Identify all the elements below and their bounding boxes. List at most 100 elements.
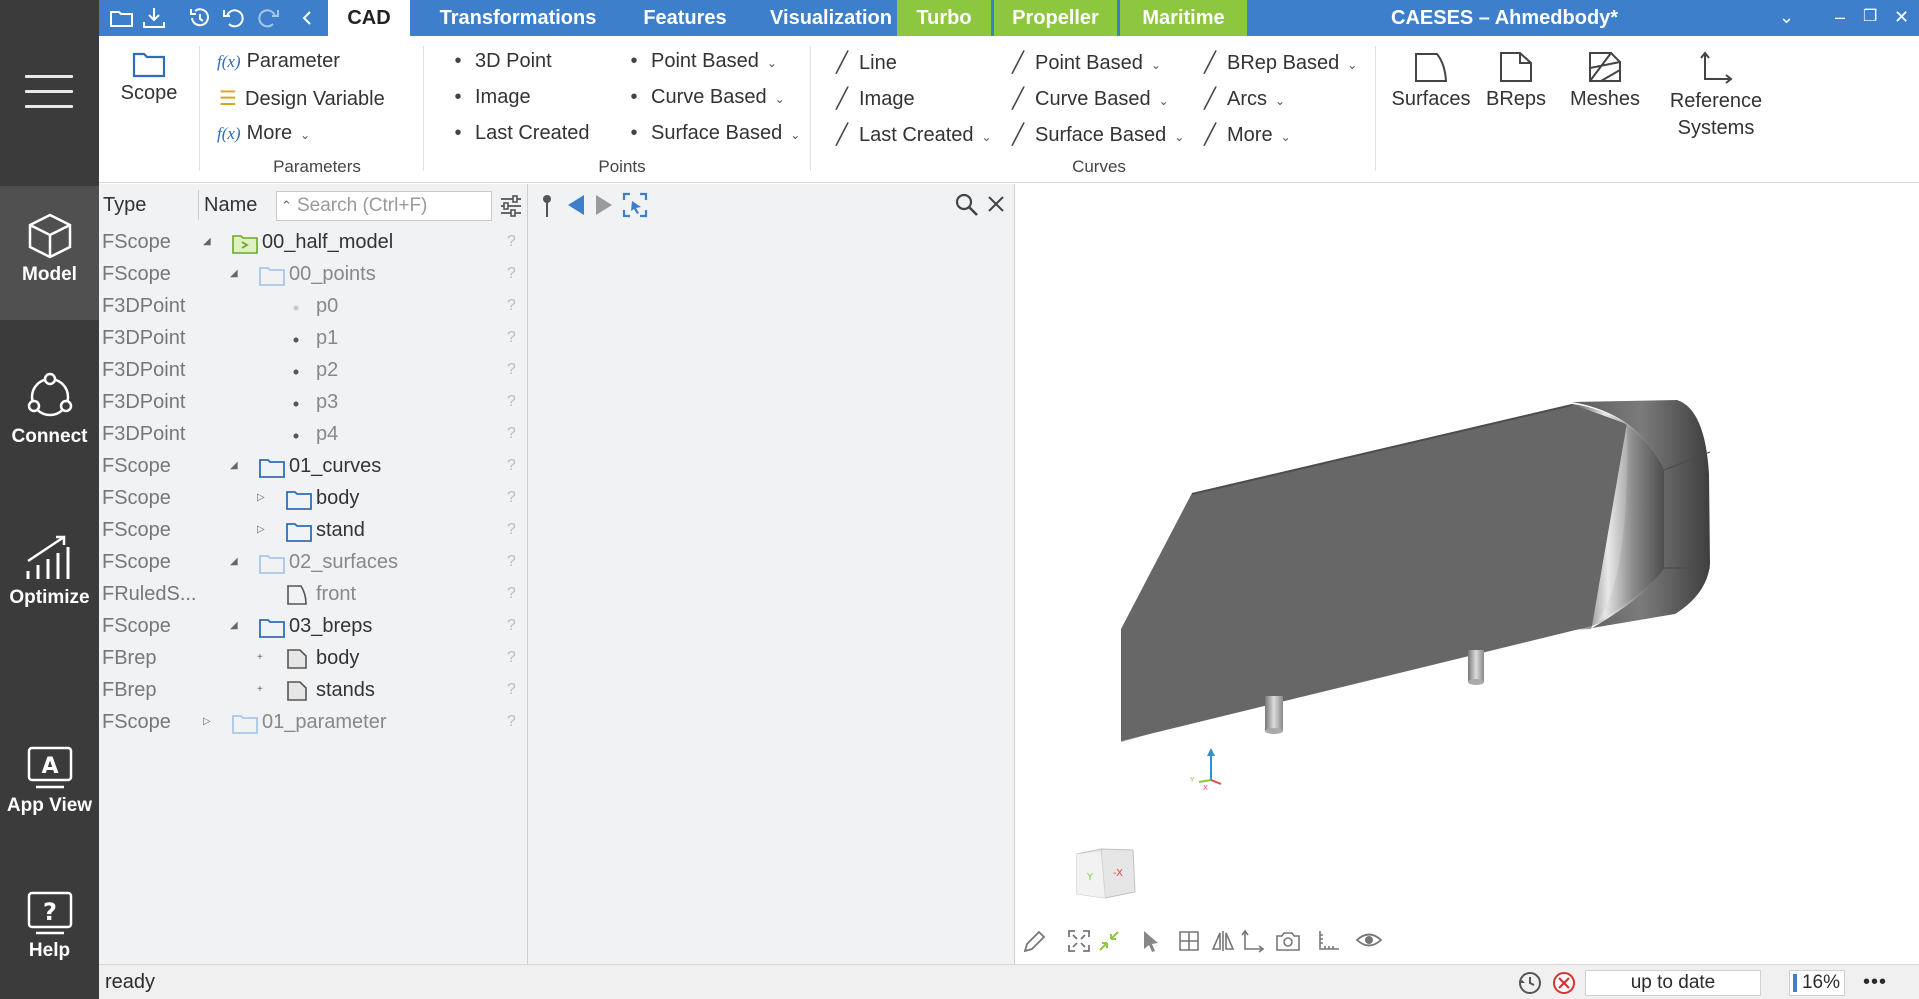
parameters-more-button[interactable]: f(x) More ⌄ [217,122,310,145]
history-icon[interactable] [187,6,213,30]
sidebar-item-optimize[interactable]: Optimize [0,533,99,609]
meshes-button[interactable]: Meshes [1565,50,1645,111]
tree-row[interactable]: F3DPoint p2? [99,354,528,386]
tree-row[interactable]: FBrep + stands? [99,674,528,706]
expander-icon[interactable]: ◢ [230,258,238,290]
tree-row[interactable]: FScope ◢ 00_half_model? [99,226,528,258]
tree-row[interactable]: FScope ▷ body? [99,482,528,514]
tree-row[interactable]: FScope ▷ stand? [99,514,528,546]
tree-row[interactable]: FScope ◢ 02_surfaces? [99,546,528,578]
chevron-down-icon[interactable]: ⌄ [1779,0,1794,34]
history-clock-icon[interactable] [1517,970,1543,996]
expander-icon[interactable]: ▷ [203,706,211,738]
tab-propeller[interactable]: Propeller [994,0,1117,36]
point-curve-based-menu[interactable]: • Curve Based ⌄ [623,86,784,109]
expander-icon[interactable]: + [257,674,263,706]
tree-row[interactable]: F3DPoint p3? [99,386,528,418]
point-surface-based-menu[interactable]: • Surface Based ⌄ [623,122,800,145]
expander-icon[interactable]: ◢ [230,610,238,642]
point-last-created-button[interactable]: • Last Created [447,122,589,145]
expander-icon[interactable]: ▷ [257,514,265,546]
group-label-parameters: Parameters [273,157,361,176]
chevron-left-icon[interactable] [294,6,320,30]
surfaces-button[interactable]: Surfaces [1383,50,1479,111]
redo-icon[interactable] [255,6,281,30]
point-image-button[interactable]: • Image [447,86,530,109]
sidebar-item-connect[interactable]: Connect [0,372,99,448]
close-icon[interactable]: ✕ [1894,0,1909,34]
curve-more-menu[interactable]: ╱ More ⌄ [1199,122,1291,147]
more-options-icon[interactable]: ••• [1863,965,1887,999]
column-header-type[interactable]: Type [103,184,146,226]
curve-brep-based-menu[interactable]: ╱ BRep Based ⌄ [1199,50,1357,75]
reference-systems-button[interactable]: Reference Systems [1657,50,1775,142]
cube-face-minus-x: -X [1113,868,1123,879]
tree-row[interactable]: F3DPoint p4? [99,418,528,450]
back-arrow-icon[interactable] [566,193,586,217]
curve-surface-based-menu[interactable]: ╱ Surface Based ⌄ [1007,122,1184,147]
tree-row[interactable]: FScope ◢ 01_curves? [99,450,528,482]
expander-icon[interactable]: ◢ [230,546,238,578]
tree-row[interactable]: FScope ◢ 00_points? [99,258,528,290]
tree-row[interactable]: F3DPoint p0? [99,290,528,322]
breps-button[interactable]: BReps [1483,50,1549,111]
orientation-cube[interactable]: Y -X [1071,844,1141,902]
curve-last-created-menu[interactable]: ╱ Last Created ⌄ [831,122,992,147]
parameter-button[interactable]: f(x) Parameter [217,50,340,73]
undo-icon[interactable] [221,6,247,30]
scope-button[interactable]: Scope [117,50,181,105]
search-icon[interactable] [954,192,980,218]
tab-features[interactable]: Features [621,0,749,36]
tree-row[interactable]: F3DPoint p1? [99,322,528,354]
collapse-icon[interactable] [1097,929,1121,953]
line-button[interactable]: ╱ Line [831,50,897,75]
eye-icon[interactable] [1355,929,1383,951]
sidebar-item-model[interactable]: Model [0,186,99,320]
save-icon[interactable] [141,6,167,30]
curve-point-based-menu[interactable]: ╱ Point Based ⌄ [1007,50,1161,75]
design-variable-button[interactable]: ☰ Design Variable [217,86,385,111]
tab-turbo[interactable]: Turbo [897,0,991,36]
close-icon[interactable] [986,194,1006,214]
point-3d-button[interactable]: • 3D Point [447,50,551,73]
tree-row[interactable]: FRuledS... front? [99,578,528,610]
restore-icon[interactable]: ❐ [1863,0,1877,34]
pointer-icon[interactable] [1141,929,1161,955]
axis-icon[interactable] [1239,929,1265,953]
grid-view-icon[interactable] [1177,929,1201,953]
minimize-icon[interactable]: – [1835,0,1845,34]
curve-arcs-menu[interactable]: ╱ Arcs ⌄ [1199,86,1285,111]
sidebar-item-app-view[interactable]: A App View [0,745,99,817]
fit-all-icon[interactable] [1067,929,1091,953]
tab-visualization[interactable]: Visualization [751,0,911,36]
sidebar-item-help[interactable]: ? Help [0,890,99,962]
expander-icon[interactable]: ◢ [230,450,238,482]
search-input[interactable]: ⌃ Search (Ctrl+F) [276,191,492,221]
tab-transformations[interactable]: Transformations [417,0,619,36]
3d-viewport[interactable]: Y X Y -X [1015,184,1919,964]
expander-icon[interactable]: + [257,642,263,674]
error-cancel-icon[interactable] [1551,970,1577,996]
expander-icon[interactable]: ◢ [203,226,211,258]
point-icon: • [454,86,462,108]
filter-settings-icon[interactable] [499,194,523,218]
tab-cad[interactable]: CAD [328,0,410,36]
select-target-icon[interactable] [622,192,648,218]
open-folder-icon[interactable] [109,6,135,30]
tree-row[interactable]: FScope ▷ 01_parameter? [99,706,528,738]
forward-arrow-icon[interactable] [594,193,614,217]
ruler-icon[interactable] [1315,929,1341,953]
mirror-icon[interactable] [1211,929,1235,953]
point-based-menu[interactable]: • Point Based ⌄ [623,50,776,73]
curve-image-button[interactable]: ╱ Image [831,86,915,111]
column-header-name[interactable]: Name [204,184,257,226]
pin-icon[interactable] [539,193,555,219]
expander-icon[interactable]: ▷ [257,482,265,514]
menu-icon[interactable] [25,75,73,109]
tab-maritime[interactable]: Maritime [1120,0,1247,36]
pencil-icon[interactable] [1021,929,1047,955]
tree-row[interactable]: FScope ◢ 03_breps? [99,610,528,642]
camera-icon[interactable] [1275,929,1301,953]
tree-row[interactable]: FBrep + body? [99,642,528,674]
curve-curve-based-menu[interactable]: ╱ Curve Based ⌄ [1007,86,1169,111]
